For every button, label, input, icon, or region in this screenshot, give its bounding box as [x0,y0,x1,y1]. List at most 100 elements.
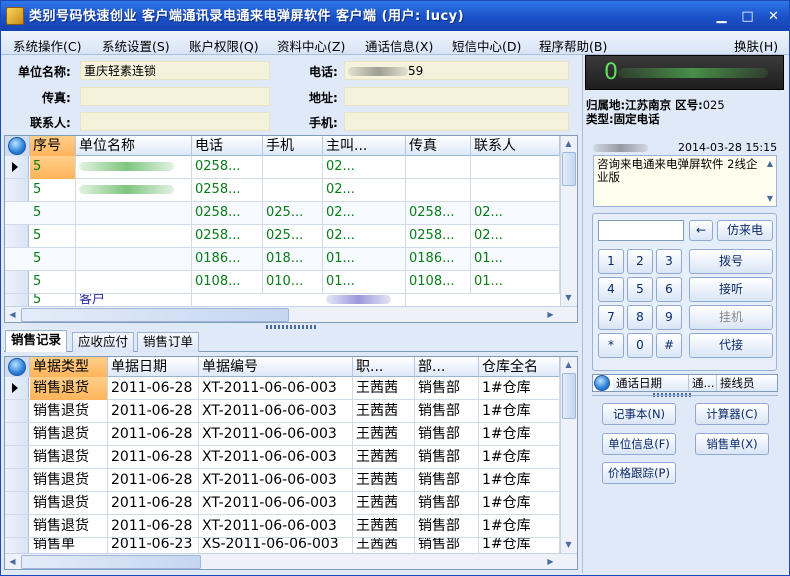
mobile-field[interactable] [344,112,569,131]
menu-sms-center[interactable]: 短信中心(D) [452,36,521,55]
scroll-right-icon[interactable]: ▶ [543,554,558,569]
scroll-thumb[interactable] [562,152,576,186]
key-8-button[interactable]: 8 [627,305,653,330]
table-row[interactable]: 销售退货 2011-06-28 XT-2011-06-06-003 王茜茜 销售… [5,423,560,446]
notebook-button[interactable]: 记事本(N) [602,403,676,425]
scroll-down-icon[interactable]: ▼ [561,537,576,552]
fake-call-button[interactable]: 仿来电 [717,220,773,241]
company-field[interactable]: 重庆轻素连锁 [80,61,270,80]
key-9-button[interactable]: 9 [656,305,682,330]
scroll-down-icon[interactable]: ▼ [561,290,576,305]
panel-splitter[interactable] [266,325,316,329]
col-header-company[interactable]: 单位名称 [76,136,192,156]
scroll-right-icon[interactable]: ▶ [543,307,558,322]
table-row[interactable]: 5 0258... 02... [5,156,560,179]
tab-sales-orders[interactable]: 销售订单 [137,332,200,352]
maximize-button[interactable]: □ [737,7,758,26]
table-row[interactable]: 销售退货 2011-06-28 XT-2011-06-06-003 王茜茜 销售… [5,492,560,515]
close-button[interactable]: ✕ [763,7,784,26]
menu-system-ops[interactable]: 系统操作(C) [13,36,81,55]
sales-vertical-scrollbar[interactable]: ▲ ▼ [560,357,577,553]
col-header-doc-date[interactable]: 单据日期 [108,357,199,377]
table-row[interactable]: 5 0258... 025... 02... 0258... 02... [5,225,560,248]
cell-seq: 5 [30,271,76,294]
table-row[interactable]: 销售退货 2011-06-28 XT-2011-06-06-003 王茜茜 销售… [5,446,560,469]
sales-order-button[interactable]: 销售单(X) [695,433,769,455]
col-header-seq[interactable]: 序号 [30,136,76,156]
scroll-left-icon[interactable]: ◀ [5,307,20,322]
price-track-button[interactable]: 价格跟踪(P) [602,462,676,484]
table-row[interactable]: 销售退货 2011-06-28 XT-2011-06-06-003 王茜茜 销售… [5,377,560,400]
col-header-caller[interactable]: 主叫... [323,136,406,156]
cell-doc-number: XT-2011-06-06-003 [199,492,353,515]
col-header-doc-number[interactable]: 单据编号 [199,357,353,377]
col-header-dept[interactable]: 部... [415,357,479,377]
col-header-call-date[interactable]: 通话日期 [613,375,689,391]
table-row[interactable]: 销售退货 2011-06-28 XT-2011-06-06-003 王茜茜 销售… [5,400,560,423]
dial-number-input[interactable] [598,220,684,241]
key-1-button[interactable]: 1 [598,249,624,274]
col-header-call-duration[interactable]: 通... [689,375,717,391]
hangup-button[interactable]: 挂机 [689,305,773,330]
contact-field[interactable] [80,112,270,131]
cell-caller: 01... [323,271,406,294]
table-row[interactable]: 5 0108... 010... 01... 0108... 01... [5,271,560,294]
transfer-button[interactable]: 代接 [689,333,773,358]
phone-field[interactable]: 59 [344,61,569,80]
tab-receivables[interactable]: 应收应付 [72,332,135,352]
call-history-grid[interactable]: 通话日期 通... 接线员 [592,374,778,392]
col-header-warehouse[interactable]: 仓库全名 [479,357,560,377]
table-row[interactable]: 5 0186... 018... 01... 0186... 01... [5,248,560,271]
address-field[interactable] [344,87,569,106]
scroll-up-icon[interactable]: ▲ [561,357,576,372]
scroll-up-icon[interactable]: ▲ [561,136,576,151]
col-header-doc-type[interactable]: 单据类型 [30,357,108,377]
backspace-button[interactable]: ← [689,220,713,241]
scroll-thumb[interactable] [21,308,289,322]
contacts-grid[interactable]: 序号 单位名称 电话 手机 主叫... 传真 联系人 5 0258... 02.… [4,135,578,323]
minimize-button[interactable]: ▁ [711,7,732,26]
contacts-horizontal-scrollbar[interactable]: ◀ ▶ [5,306,577,322]
col-header-mobile[interactable]: 手机 [263,136,323,156]
sales-horizontal-scrollbar[interactable]: ◀ ▶ [5,553,577,569]
key-6-button[interactable]: 6 [656,277,682,302]
col-header-operator[interactable]: 接线员 [717,375,777,391]
calculator-button[interactable]: 计算器(C) [695,403,769,425]
col-header-phone[interactable]: 电话 [192,136,263,156]
scroll-thumb[interactable] [562,373,576,419]
memo-box[interactable]: 咨询来电通来电弹屏软件 2线企业版 ▲ ▼ [593,155,777,207]
key-4-button[interactable]: 4 [598,277,624,302]
dial-button[interactable]: 拨号 [689,249,773,274]
scroll-down-icon[interactable]: ▼ [764,191,776,206]
key-7-button[interactable]: 7 [598,305,624,330]
title-bar[interactable]: 类别号码快速创业 客户端通讯录电通来电弹屏软件 客户端 (用户: lucy) ▁… [1,1,789,31]
menu-change-skin[interactable]: 换肤(H) [734,36,778,55]
tab-sales-records[interactable]: 销售记录 [5,330,68,352]
menu-system-settings[interactable]: 系统设置(S) [102,36,170,55]
sales-records-grid[interactable]: 单据类型 单据日期 单据编号 职... 部... 仓库全名 销售退货 2011-… [4,356,578,570]
scroll-left-icon[interactable]: ◀ [5,554,20,569]
table-row[interactable]: 销售退货 2011-06-28 XT-2011-06-06-003 王茜茜 销售… [5,469,560,492]
table-row[interactable]: 销售退货 2011-06-28 XT-2011-06-06-003 王茜茜 销售… [5,515,560,538]
key-hash-button[interactable]: # [656,333,682,358]
contacts-vertical-scrollbar[interactable]: ▲ ▼ [560,136,577,306]
key-2-button[interactable]: 2 [627,249,653,274]
answer-button[interactable]: 接听 [689,277,773,302]
key-3-button[interactable]: 3 [656,249,682,274]
menu-data-center[interactable]: 资料中心(Z) [277,36,345,55]
table-row[interactable]: 5 0258... 025... 02... 0258... 02... [5,202,560,225]
menu-program-help[interactable]: 程序帮助(B) [539,36,607,55]
table-row[interactable]: 5 0258... 02... [5,179,560,202]
key-0-button[interactable]: 0 [627,333,653,358]
menu-call-info[interactable]: 通话信息(X) [365,36,433,55]
key-star-button[interactable]: * [598,333,624,358]
key-5-button[interactable]: 5 [627,277,653,302]
col-header-staff[interactable]: 职... [353,357,415,377]
company-info-button[interactable]: 单位信息(F) [602,433,676,455]
menu-account-permissions[interactable]: 账户权限(Q) [189,36,259,55]
col-header-fax[interactable]: 传真 [406,136,471,156]
fax-field[interactable] [80,87,270,106]
col-header-contact[interactable]: 联系人 [471,136,560,156]
scroll-up-icon[interactable]: ▲ [764,156,776,171]
scroll-thumb[interactable] [21,555,201,569]
